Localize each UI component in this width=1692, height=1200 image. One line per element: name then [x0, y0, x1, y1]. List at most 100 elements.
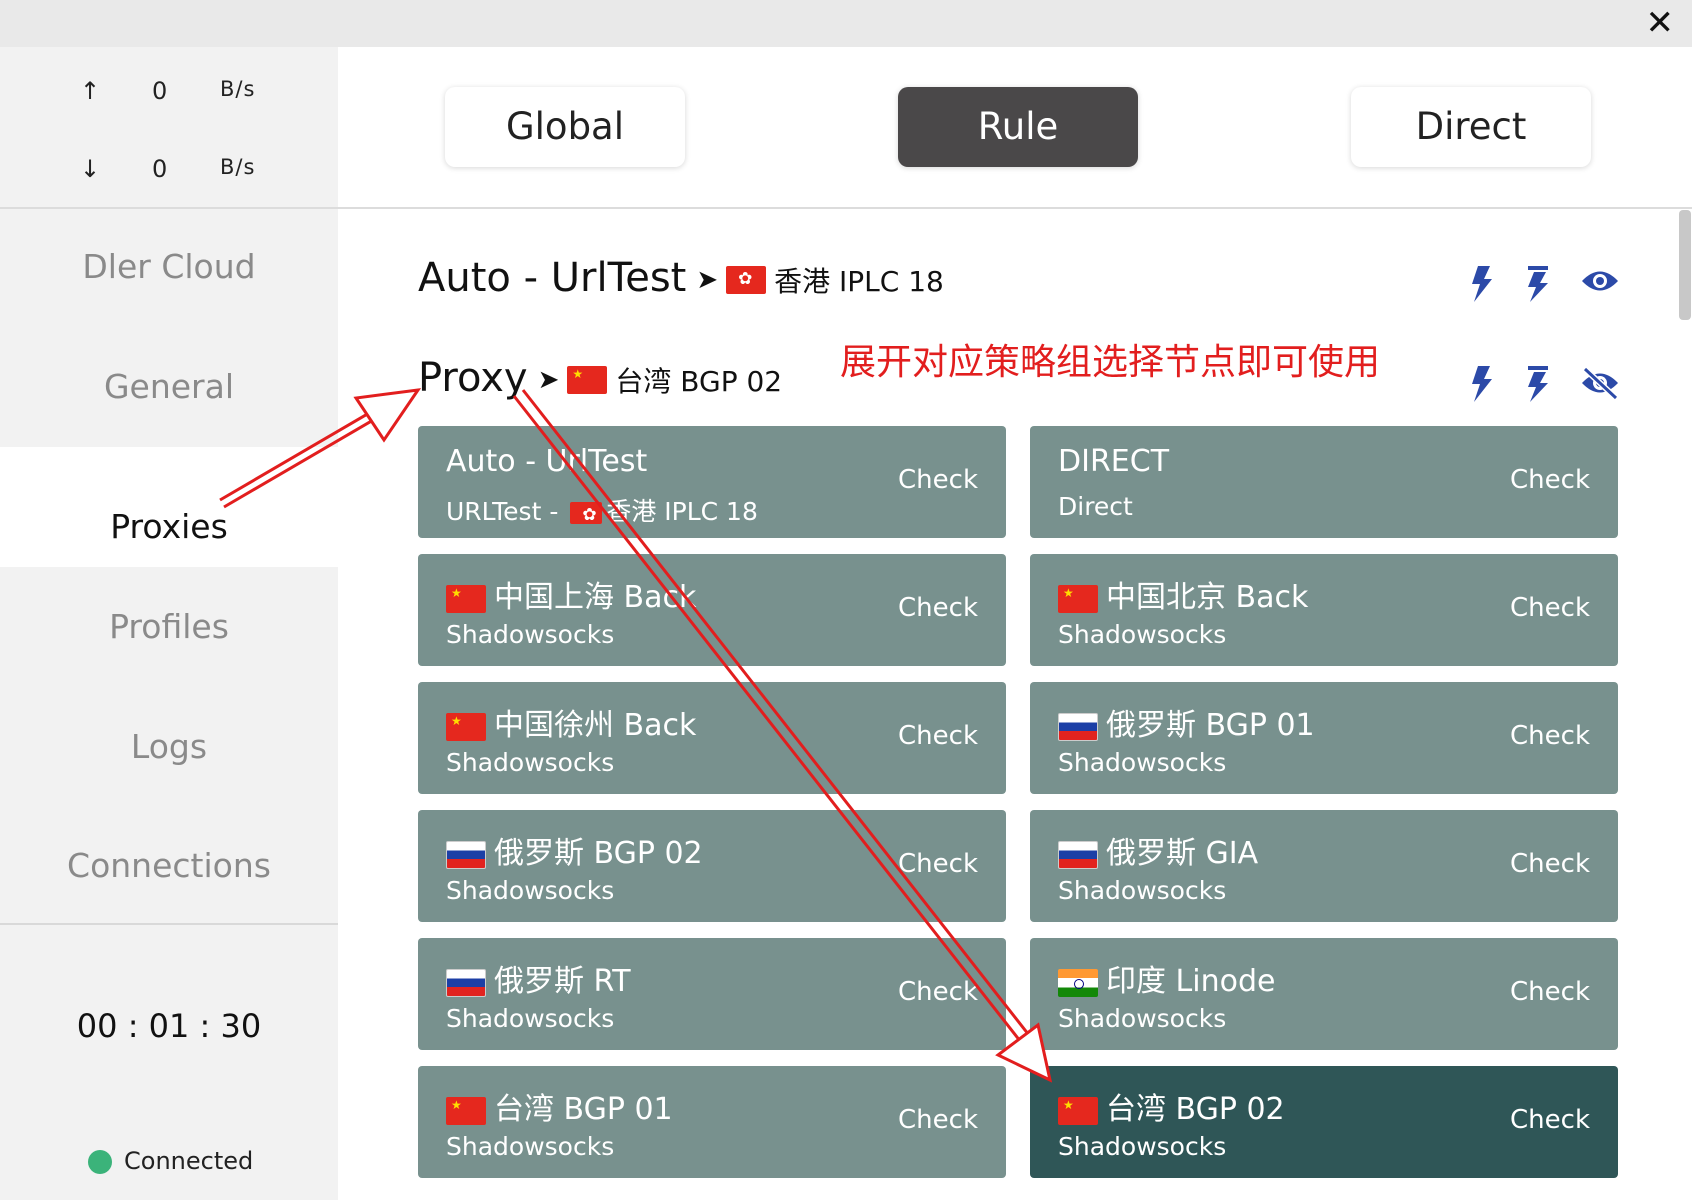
proxy-name: 台湾 BGP 01 — [446, 1084, 673, 1128]
sidebar-item-connections[interactable]: Connections — [0, 807, 338, 925]
proxy-name: 俄罗斯 RT — [446, 956, 631, 1000]
proxy-card[interactable]: 俄罗斯 BGP 02 Shadowsocks Check — [418, 810, 1006, 922]
sidebar-item-logs[interactable]: Logs — [0, 687, 338, 807]
ru-flag-icon — [1058, 712, 1098, 741]
eye-slash-icon[interactable] — [1580, 366, 1620, 400]
proxy-card[interactable]: 印度 Linode Shadowsocks Check — [1030, 938, 1618, 1050]
proxy-name-text: 俄罗斯 BGP 02 — [494, 836, 703, 871]
cn-flag-icon — [446, 584, 486, 613]
proxy-name-text: 俄罗斯 GIA — [1106, 836, 1259, 871]
uptime-timer: 00 : 01 : 30 — [76, 1007, 262, 1045]
group-actions-proxy — [1460, 366, 1640, 406]
close-icon[interactable]: ✕ — [1646, 2, 1675, 44]
proxy-type: Direct — [1058, 492, 1133, 521]
lightning-test-icon[interactable] — [1526, 266, 1550, 302]
check-button[interactable]: Check — [1510, 465, 1590, 495]
proxy-name: 中国上海 Back — [446, 572, 696, 616]
status-dot-icon — [88, 1150, 112, 1174]
annotation-text: 展开对应策略组选择节点即可使用 — [840, 342, 1381, 383]
proxy-name: 俄罗斯 BGP 01 — [1058, 700, 1315, 744]
status-label: Connected — [124, 1147, 254, 1175]
proxy-card[interactable]: Auto - UrlTest URLTest - 香港 IPLC 18 Check — [418, 426, 1006, 538]
proxy-type-text: Shadowsocks — [446, 620, 615, 649]
proxy-name: DIRECT — [1058, 444, 1169, 479]
proxy-name: 印度 Linode — [1058, 956, 1275, 1000]
group-header-auto-urltest[interactable]: Auto - UrlTest ➤ 香港 IPLC 18 — [418, 255, 944, 301]
proxy-name: 俄罗斯 GIA — [1058, 828, 1258, 872]
proxy-name-text: 中国徐州 Back — [494, 708, 697, 743]
ru-flag-icon — [446, 840, 486, 869]
proxy-name-text: Auto - UrlTest — [446, 444, 648, 479]
check-button[interactable]: Check — [898, 849, 978, 879]
cn-flag-icon — [446, 712, 486, 741]
mode-global-button[interactable]: Global — [445, 87, 685, 167]
check-button[interactable]: Check — [1510, 721, 1590, 751]
group-header-proxy[interactable]: Proxy ➤ 台湾 BGP 02 — [418, 355, 782, 401]
proxy-name-text: 印度 Linode — [1106, 964, 1276, 999]
proxy-type: URLTest - 香港 IPLC 18 — [446, 492, 758, 528]
proxy-type: Shadowsocks — [1058, 1132, 1226, 1161]
lightning-icon[interactable] — [1470, 266, 1494, 302]
cn-flag-icon — [1058, 584, 1098, 613]
traffic-panel: ↑ 0 B/s ↓ 0 B/s — [0, 47, 338, 209]
check-button[interactable]: Check — [898, 977, 978, 1007]
check-button[interactable]: Check — [1510, 977, 1590, 1007]
mode-toolbar: Global Rule Direct — [338, 47, 1692, 209]
proxy-type-text: URLTest - — [446, 497, 567, 526]
sidebar-item-proxies[interactable]: Proxies — [0, 447, 338, 567]
proxy-card[interactable]: DIRECT Direct Check — [1030, 426, 1618, 538]
upload-value: 0 — [152, 77, 168, 105]
proxy-card[interactable]: 中国徐州 Back Shadowsocks Check — [418, 682, 1006, 794]
hk-flag-icon — [726, 266, 767, 294]
proxy-card[interactable]: 俄罗斯 RT Shadowsocks Check — [418, 938, 1006, 1050]
proxy-name: Auto - UrlTest — [446, 444, 647, 479]
check-button[interactable]: Check — [1510, 849, 1590, 879]
check-button[interactable]: Check — [898, 1105, 978, 1135]
proxy-name-text: 中国北京 Back — [1106, 580, 1309, 615]
ru-flag-icon — [1058, 840, 1098, 869]
proxy-type-selected: 香港 IPLC 18 — [606, 497, 758, 526]
proxy-type: Shadowsocks — [1058, 748, 1226, 777]
proxy-card[interactable]: 中国北京 Back Shadowsocks Check — [1030, 554, 1618, 666]
proxy-card[interactable]: 俄罗斯 BGP 01 Shadowsocks Check — [1030, 682, 1618, 794]
proxy-type-text: Shadowsocks — [1058, 748, 1227, 777]
proxy-type-text: Shadowsocks — [1058, 1132, 1227, 1161]
sidebar-item-general[interactable]: General — [0, 327, 338, 447]
lightning-icon[interactable] — [1470, 366, 1494, 402]
proxy-type-text: Shadowsocks — [446, 876, 615, 905]
scrollbar-thumb[interactable] — [1679, 210, 1691, 320]
check-button[interactable]: Check — [1510, 593, 1590, 623]
mode-direct-button[interactable]: Direct — [1351, 87, 1591, 167]
proxy-name-text: 俄罗斯 RT — [494, 964, 631, 999]
cn-flag-icon — [567, 366, 608, 394]
proxy-card[interactable]: 中国上海 Back Shadowsocks Check — [418, 554, 1006, 666]
arrow-right-icon: ➤ — [696, 265, 719, 295]
proxy-type-text: Shadowsocks — [446, 1132, 615, 1161]
sidebar-item-dler-cloud[interactable]: Dler Cloud — [0, 207, 338, 327]
proxy-card[interactable]: 俄罗斯 GIA Shadowsocks Check — [1030, 810, 1618, 922]
sidebar-item-profiles[interactable]: Profiles — [0, 567, 338, 687]
proxy-card[interactable]: 台湾 BGP 02 Shadowsocks Check — [1030, 1066, 1618, 1178]
upload-arrow-icon: ↑ — [80, 77, 101, 105]
mode-rule-button[interactable]: Rule — [898, 87, 1138, 167]
proxy-name-text: 俄罗斯 BGP 01 — [1106, 708, 1315, 743]
check-button[interactable]: Check — [1510, 1105, 1590, 1135]
download-arrow-icon: ↓ — [80, 155, 101, 183]
ru-flag-icon — [446, 968, 486, 997]
group-name: Proxy — [418, 355, 528, 401]
hk-flag-icon — [570, 502, 603, 524]
check-button[interactable]: Check — [898, 593, 978, 623]
proxy-type: Shadowsocks — [1058, 876, 1226, 905]
download-value: 0 — [152, 155, 168, 183]
lightning-test-icon[interactable] — [1526, 366, 1550, 402]
proxy-card[interactable]: 台湾 BGP 01 Shadowsocks Check — [418, 1066, 1006, 1178]
proxy-type-text: Shadowsocks — [1058, 620, 1227, 649]
eye-icon[interactable] — [1580, 266, 1620, 296]
proxy-type-text: Shadowsocks — [446, 1004, 615, 1033]
proxy-type-text: Shadowsocks — [1058, 1004, 1227, 1033]
check-button[interactable]: Check — [898, 721, 978, 751]
proxy-type-text: Direct — [1058, 492, 1133, 521]
proxy-name: 台湾 BGP 02 — [1058, 1084, 1285, 1128]
group-selected-node: 台湾 BGP 02 — [615, 365, 783, 398]
check-button[interactable]: Check — [898, 465, 978, 495]
